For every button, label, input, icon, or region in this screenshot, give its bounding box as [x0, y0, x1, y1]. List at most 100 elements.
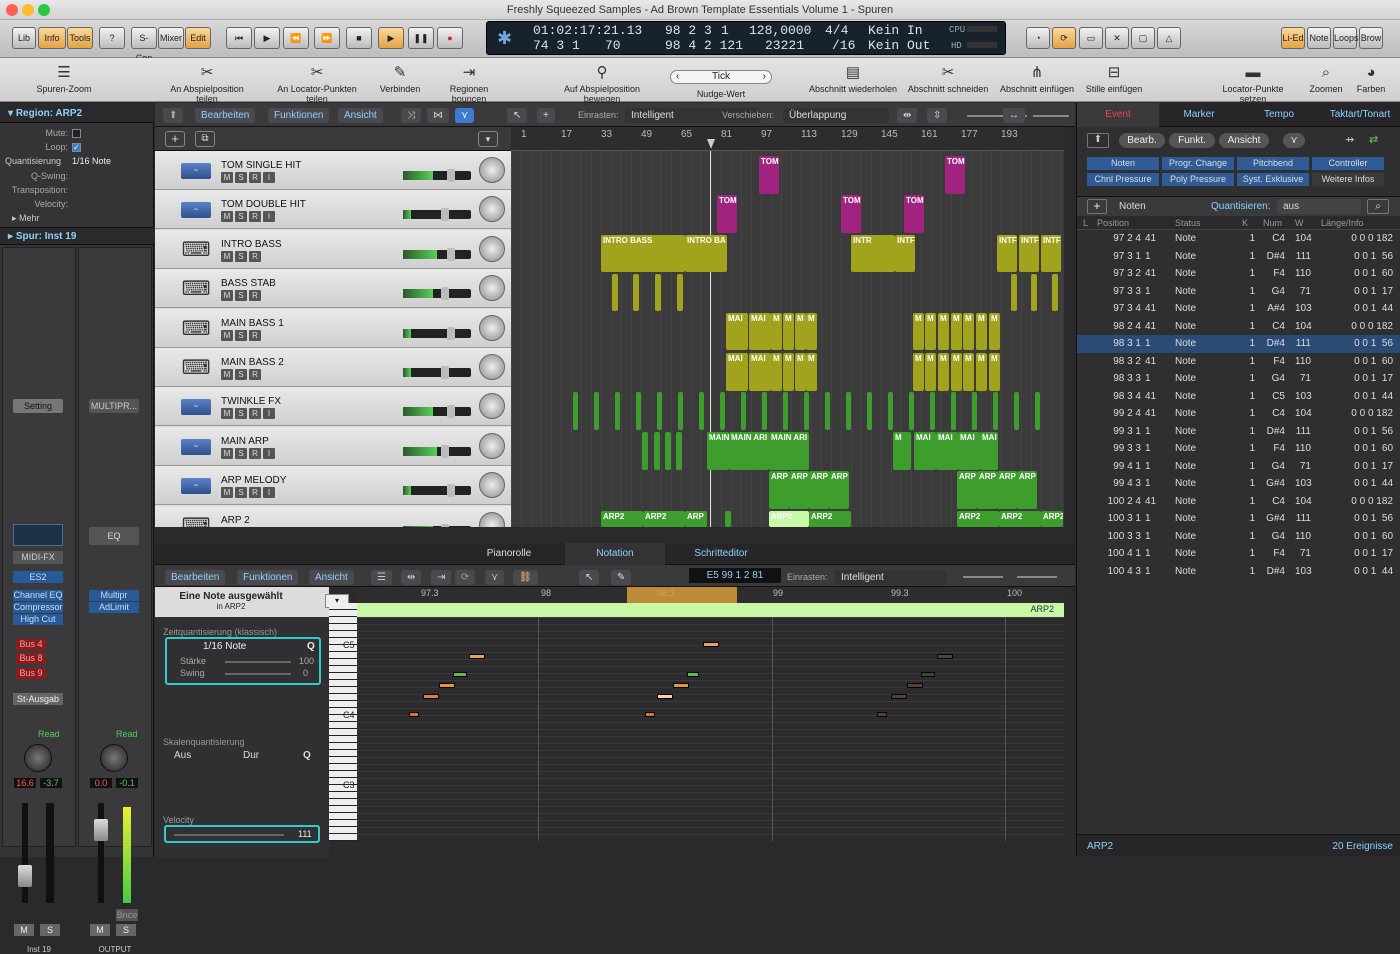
view-menu[interactable]: Ansicht	[338, 108, 383, 123]
catch-icon[interactable]: ⤨	[401, 108, 421, 123]
column-header[interactable]: Num	[1263, 218, 1282, 228]
fader-handle[interactable]	[447, 405, 455, 418]
track-pan-knob[interactable]	[479, 433, 505, 459]
arrange-ruler[interactable]: 1173349658197113129145161177193	[511, 127, 1064, 151]
arrange-area[interactable]: TOMTOMTOMTOMTOMINTRO BASSINTRO BAINTRINT…	[511, 151, 1064, 527]
lcd-signature[interactable]: 4/4	[825, 23, 848, 38]
time-quantize-value[interactable]: 1/16 Note	[203, 641, 246, 652]
lcd-division[interactable]: /16	[832, 38, 855, 53]
inspector-button[interactable]: Info	[38, 27, 66, 49]
event-row[interactable]: 100 2 441Note1C41040 0 0 182	[1077, 493, 1400, 511]
column-header[interactable]: Position	[1097, 218, 1129, 228]
midi-note[interactable]	[409, 712, 419, 717]
midi-note[interactable]	[937, 654, 953, 659]
stop-button[interactable]: ■	[346, 27, 372, 49]
track-pan-knob[interactable]	[479, 196, 505, 222]
plugin-slot-multipressor[interactable]: Multipr	[89, 590, 139, 601]
track-pan-knob[interactable]	[479, 354, 505, 380]
settings-gear-icon[interactable]: ✱	[497, 28, 512, 50]
region[interactable]: M	[989, 353, 1000, 391]
event-search-icon[interactable]: ⌕	[1367, 199, 1389, 214]
event-catch-icon[interactable]: ⇸	[1345, 133, 1354, 146]
midi-note[interactable]	[877, 712, 887, 717]
scale-type-select[interactable]: Dur	[243, 750, 259, 761]
event-filter-button[interactable]: Controller	[1312, 157, 1384, 170]
secondary-tool-icon[interactable]: +	[537, 108, 555, 123]
track-volume-fader[interactable]	[403, 447, 471, 456]
region[interactable]: ARP	[809, 471, 829, 509]
event-row[interactable]: 97 3 11Note1D#41110 0 1 56	[1077, 248, 1400, 266]
region[interactable]	[1052, 274, 1058, 311]
fader-handle[interactable]	[447, 484, 455, 497]
region[interactable]	[825, 392, 830, 430]
rewind-button[interactable]: ⏪	[283, 27, 309, 49]
event-view-menu[interactable]: Ansicht	[1219, 133, 1269, 148]
track-pan-knob[interactable]	[479, 315, 505, 341]
track-name[interactable]: TWINKLE FX	[221, 396, 281, 407]
chevron-left-icon[interactable]: ‹	[676, 71, 679, 83]
record-enable-button[interactable]: R	[249, 330, 261, 341]
bounce-regions-button[interactable]: ⇥Regionen bouncen	[432, 58, 506, 102]
cut-section-button[interactable]: ✂Abschnitt schneiden	[906, 58, 990, 102]
region[interactable]: TOM	[717, 195, 737, 233]
region[interactable]	[594, 392, 599, 430]
split-at-locators-button[interactable]: ✂An Locator-Punkten teilen	[268, 58, 366, 102]
forward-button[interactable]: ⏩	[314, 27, 340, 49]
plugin-slot-channel-eq[interactable]: Channel EQ	[13, 590, 63, 601]
solo-button[interactable]: S	[235, 211, 247, 222]
event-filter-button[interactable]: Noten	[1087, 157, 1159, 170]
help-button[interactable]: ?	[99, 27, 125, 49]
event-row[interactable]: 100 4 11Note1F4710 0 1 17	[1077, 545, 1400, 563]
region[interactable]: TOM	[759, 156, 779, 194]
region[interactable]: MAI	[980, 432, 998, 470]
pan-knob-inst[interactable]	[24, 744, 52, 772]
volume-fader-track-output[interactable]	[98, 803, 104, 903]
autopunch-button[interactable]: ▢	[1131, 27, 1155, 49]
region[interactable]: ARP	[829, 471, 849, 509]
track-pan-knob[interactable]	[479, 275, 505, 301]
midi-note[interactable]	[921, 672, 935, 677]
tab-event[interactable]: Event	[1077, 103, 1159, 127]
volume-fader-output[interactable]	[94, 819, 108, 841]
region[interactable]: ARP2	[643, 511, 685, 527]
region[interactable]: MAI	[749, 313, 771, 350]
waveform-zoom-icon[interactable]: ⇹	[897, 108, 917, 123]
event-row[interactable]: 99 2 441Note1C41040 0 0 182	[1077, 405, 1400, 423]
swing-slider[interactable]	[225, 673, 291, 675]
lcd-tempo[interactable]: 128,0000	[749, 23, 811, 38]
region[interactable]	[633, 274, 639, 311]
pr-edit-menu[interactable]: Bearbeiten	[165, 570, 225, 585]
region[interactable]	[867, 392, 872, 430]
track-name[interactable]: INTRO BASS	[221, 239, 282, 250]
region[interactable]: M	[925, 353, 936, 391]
event-quantize-select[interactable]: aus	[1277, 199, 1361, 214]
track-name[interactable]: MAIN BASS 1	[221, 318, 284, 329]
region[interactable]	[615, 392, 620, 430]
region[interactable]: M	[989, 313, 1000, 350]
insert-section-button[interactable]: ⋔Abschnitt einfügen	[998, 58, 1076, 102]
pointer-tool-icon[interactable]: ↖	[507, 108, 527, 123]
track-list-menu-icon[interactable]: ▾	[478, 131, 498, 147]
mute-button[interactable]: M	[221, 211, 233, 222]
pr-pencil-tool-icon[interactable]: ✎	[611, 570, 631, 585]
region[interactable]	[642, 432, 648, 470]
region[interactable]: MAI	[958, 432, 980, 470]
mute-checkbox[interactable]	[72, 129, 81, 138]
mute-button[interactable]: M	[221, 369, 233, 380]
mute-button[interactable]: M	[221, 290, 233, 301]
add-event-button[interactable]: +	[1087, 199, 1107, 214]
region[interactable]	[1035, 392, 1040, 430]
chevron-right-icon[interactable]: ›	[763, 71, 766, 83]
setting-button[interactable]: Setting	[13, 399, 63, 413]
solo-button-output[interactable]: S	[116, 924, 136, 936]
duplicate-track-icon[interactable]: ⧉	[195, 131, 215, 147]
midi-note[interactable]	[469, 654, 485, 659]
region[interactable]	[676, 432, 682, 470]
track-name[interactable]: MAIN BASS 2	[221, 357, 284, 368]
region[interactable]	[909, 392, 914, 430]
mute-button[interactable]: M	[221, 487, 233, 498]
mute-button-output[interactable]: M	[90, 924, 110, 936]
send-bus-9[interactable]: Bus 9	[16, 668, 46, 679]
fader-handle[interactable]	[441, 524, 449, 527]
region[interactable]: INTR	[851, 235, 895, 272]
